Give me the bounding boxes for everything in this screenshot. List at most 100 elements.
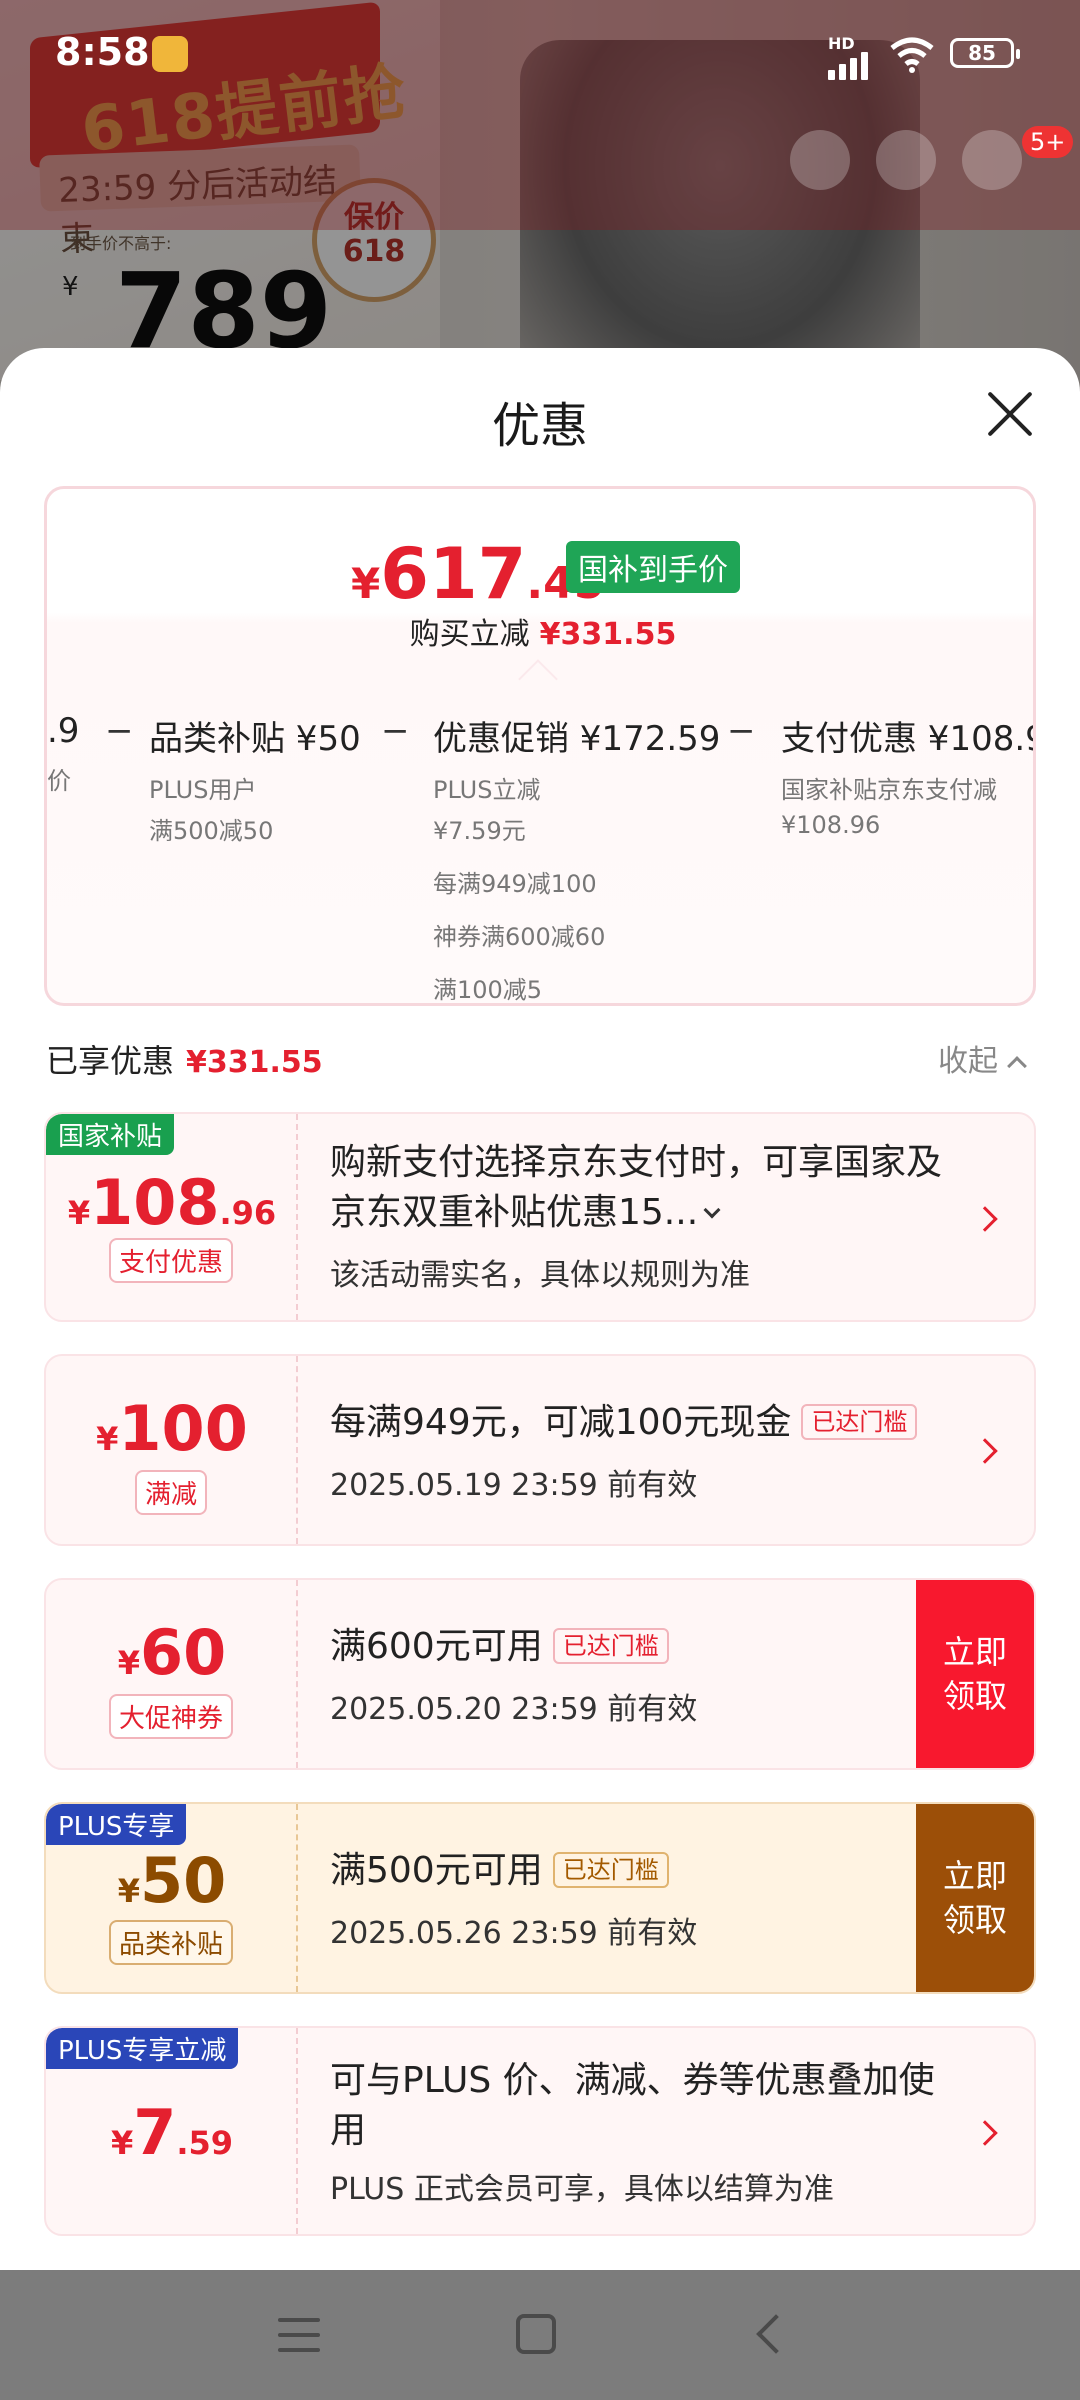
discount-breakdown[interactable]: .9 价 − 品类补贴 ¥50 PLUS用户 满500减50 − 优惠促销 ¥1… <box>47 711 1033 1003</box>
coupon-description: 每满949元，可减100元现金 已达门槛 <box>330 1398 918 1448</box>
home-icon[interactable] <box>516 2314 556 2354</box>
coupon-note: 该活动需实名，具体以规则为准 <box>330 1258 750 1293</box>
coupon-amount-int: 50 <box>139 1844 227 1917</box>
coupon-type-label: 品类补贴 <box>108 1920 234 1965</box>
enjoyed-amount: ¥331.55 <box>186 1045 323 1080</box>
minus-sign: − <box>105 711 134 751</box>
claim-button[interactable]: 立即领取 <box>916 1580 1034 1768</box>
breakdown-head: 支付优惠 ¥108.96 <box>781 719 1033 759</box>
coupon-amount-int: 7 <box>133 2096 177 2169</box>
coupon-amount: ¥60 <box>117 1616 227 1689</box>
chevron-right-icon[interactable] <box>972 2120 998 2146</box>
wifi-icon <box>890 37 934 73</box>
coupon-amount-dec: .96 <box>219 1194 277 1232</box>
coupon-plus-instant[interactable]: PLUS专享立减 ¥7.59 可与PLUS 价、满减、券等优惠叠加使用 PLUS… <box>44 2026 1036 2236</box>
share-icon[interactable] <box>876 130 936 190</box>
coupon-type-label: 满减 <box>134 1470 208 1515</box>
breakdown-line: 每满949减100 <box>433 870 597 898</box>
network-type: HD <box>828 34 855 53</box>
minus-sign: − <box>381 711 410 751</box>
coupon-description: 满500元可用 已达门槛 <box>330 1846 669 1896</box>
coupon-type-label: 大促神券 <box>108 1694 234 1739</box>
breakdown-item-category: 品类补贴 ¥50 PLUS用户 满500减50 <box>149 711 361 846</box>
product-nav-icons <box>790 130 1022 190</box>
coupon-full-reduction[interactable]: ¥100 满减 每满949元，可减100元现金 已达门槛 2025.05.19 2… <box>44 1354 1036 1546</box>
instant-discount-line: 购买立减 ¥331.55 <box>47 609 1033 653</box>
breakdown-item-promo: 优惠促销 ¥172.59 PLUS立减 ¥7.59元 每满949减100 神券满… <box>433 711 721 1004</box>
coupon-expiry: 2025.05.26 23:59 前有效 <box>330 1916 698 1951</box>
back-icon[interactable] <box>756 2314 796 2354</box>
status-bar: 8:58 HD 85 <box>0 0 1080 110</box>
instant-amount: ¥331.55 <box>539 617 677 652</box>
coupon-type-label: 支付优惠 <box>108 1238 234 1283</box>
coupon-amount-panel: PLUS专享立减 ¥7.59 <box>46 2028 298 2234</box>
threshold-badge: 已达门槛 <box>552 1852 669 1888</box>
coupon-amount: ¥50 <box>117 1844 227 1917</box>
chevron-right-icon[interactable] <box>972 1438 998 1464</box>
menu-icon[interactable] <box>278 2318 320 2352</box>
coupon-ribbon: PLUS专享立减 <box>46 2028 239 2069</box>
coupon-amount-panel: ¥100 满减 <box>46 1356 298 1544</box>
breakdown-head: 品类补贴 ¥50 <box>149 719 361 759</box>
coupon-description-text: 购新支付选择京东支付时，可享国家及京东双重补贴优惠15... <box>330 1142 943 1233</box>
breakdown-sub2: ¥7.59元 <box>433 817 526 845</box>
coupon-amount-panel: 国家补贴 ¥108.96 支付优惠 <box>46 1114 298 1320</box>
coupon-amount-dec: .59 <box>176 2124 234 2162</box>
currency-symbol: ¥ <box>351 559 381 608</box>
breakdown-line: 神券满600减60 <box>433 923 606 951</box>
coupon-amount-panel: ¥60 大促神券 <box>46 1580 298 1768</box>
sheet-title: 优惠 <box>491 398 588 454</box>
collapse-button[interactable]: 收起 <box>938 1036 1027 1080</box>
coupon-description-text: 满600元可用 <box>330 1626 543 1667</box>
coupon-amount: ¥7.59 <box>110 2096 234 2169</box>
final-price-int: 617 <box>380 533 527 615</box>
coupon-description-text: 每满949元，可减100元现金 <box>330 1402 792 1443</box>
chevron-down-icon[interactable] <box>703 1201 721 1219</box>
system-nav-bar <box>0 2270 1080 2400</box>
collapse-label: 收起 <box>938 1044 998 1079</box>
threshold-badge: 已达门槛 <box>552 1628 669 1664</box>
coupon-amount-int: 108 <box>90 1166 220 1239</box>
breakdown-sub2: 满500减50 <box>149 817 274 845</box>
battery-icon: 85 <box>950 38 1020 68</box>
coupon-note: PLUS 正式会员可享，具体以结算为准 <box>330 2172 834 2207</box>
breakdown-sub: 价 <box>47 767 71 795</box>
coupon-amount-int: 60 <box>139 1616 227 1689</box>
coupon-national-subsidy[interactable]: 国家补贴 ¥108.96 支付优惠 购新支付选择京东支付时，可享国家及京东双重补… <box>44 1112 1036 1322</box>
coupon-description: 满600元可用 已达门槛 <box>330 1622 669 1672</box>
more-icon[interactable] <box>962 130 1022 190</box>
instant-label: 购买立减 <box>409 617 530 652</box>
coupon-amount: ¥108.96 <box>67 1166 277 1239</box>
breakdown-sub2: ¥108.96 <box>781 811 881 839</box>
breakdown-sub: 国家补贴京东支付减 <box>781 776 997 804</box>
coupon-expiry: 2025.05.20 23:59 前有效 <box>330 1692 698 1727</box>
coupon-ribbon: 国家补贴 <box>46 1114 175 1155</box>
favorite-icon[interactable] <box>790 130 850 190</box>
breakdown-item-payment: 支付优惠 ¥108.96 国家补贴京东支付减 ¥108.96 <box>781 711 1033 839</box>
coupon-description: 购新支付选择京东支付时，可享国家及京东双重补贴优惠15... <box>330 1138 970 1238</box>
notification-icon <box>152 36 188 72</box>
coupon-plus-category: PLUS专享 ¥50 品类补贴 满500元可用 已达门槛 2025.05.26 2… <box>44 1802 1036 1994</box>
enjoyed-label: 已享优惠 <box>46 1042 175 1080</box>
claim-button[interactable]: 立即领取 <box>916 1804 1034 1992</box>
coupon-description: 可与PLUS 价、满减、券等优惠叠加使用 <box>330 2060 935 2151</box>
breakdown-head: 优惠促销 ¥172.59 <box>433 719 721 759</box>
coupon-amount-panel: PLUS专享 ¥50 品类补贴 <box>46 1804 298 1992</box>
subsidy-price-tag: 国补到手价 <box>566 541 740 593</box>
minus-sign: − <box>727 711 756 751</box>
discount-sheet: 优惠 ¥ 617 .45 国补到手价 购买立减¥331.55 .9 价 − 品类… <box>0 348 1080 2270</box>
clock: 8:58 <box>55 30 150 74</box>
breakdown-lines: 每满949减100 神券满600减60 满100减5 <box>433 864 720 1004</box>
breakdown-pointer <box>518 659 558 699</box>
close-icon[interactable] <box>984 388 1036 440</box>
cart-badge: 5+ <box>1022 126 1074 158</box>
coupon-amount: ¥100 <box>96 1392 248 1465</box>
breakdown-line: 满100减5 <box>433 976 543 1004</box>
coupon-description-text: 满500元可用 <box>330 1850 543 1891</box>
chevron-right-icon[interactable] <box>972 1206 998 1232</box>
breakdown-item-base: .9 价 <box>47 711 79 796</box>
signal-icon <box>828 52 868 80</box>
price-summary-card: ¥ 617 .45 国补到手价 购买立减¥331.55 .9 价 − 品类补贴 … <box>44 486 1036 1006</box>
breakdown-sub: PLUS立减 <box>433 776 541 804</box>
chevron-up-icon <box>1007 1056 1027 1076</box>
